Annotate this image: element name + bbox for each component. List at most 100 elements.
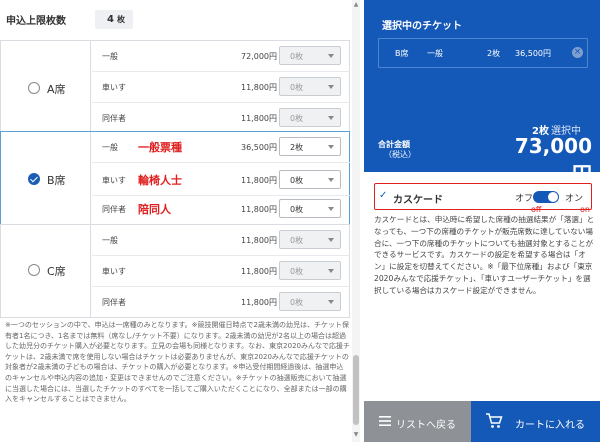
quantity-value: 2枚 bbox=[290, 143, 304, 152]
back-button-label: リストへ戻る bbox=[396, 420, 456, 431]
ticket-row: 一般 一般票種 36,500円 2枚 bbox=[92, 132, 350, 163]
quantity-value: 0枚 bbox=[290, 205, 304, 214]
total-label-text: 合計金額 bbox=[378, 140, 410, 149]
chevron-down-icon bbox=[328, 238, 334, 242]
seat-name-c: C席 bbox=[47, 265, 66, 278]
cart-title: 選択中のチケット bbox=[382, 21, 462, 32]
radio-seat-b[interactable] bbox=[28, 173, 40, 185]
quantity-value: 0枚 bbox=[290, 267, 304, 276]
cart-item-type: 一般 bbox=[427, 49, 443, 58]
ticket-row: 同伴者 11,800円 0枚 bbox=[92, 287, 350, 318]
ticket-row: 同伴者 陪同人 11,800円 0枚 bbox=[92, 194, 350, 225]
scroll-down-arrow-icon[interactable]: ▼ bbox=[353, 432, 359, 438]
seat-block-a: A席 一般 72,000円 0枚 車いす 11,800円 0枚 同伴者 11,8… bbox=[0, 40, 350, 134]
ticket-price: 11,800円 bbox=[241, 267, 277, 276]
toggle-on-label: オン bbox=[565, 194, 584, 204]
seat-block-c: C席 一般 11,800円 0枚 車いす 11,800円 0枚 同伴者 11,8… bbox=[0, 224, 350, 318]
quantity-value: 0枚 bbox=[290, 236, 304, 245]
chevron-down-icon bbox=[328, 178, 334, 182]
cart-icon bbox=[486, 413, 503, 428]
ticket-price: 11,800円 bbox=[241, 83, 277, 92]
quantity-select[interactable]: 0枚 bbox=[279, 199, 341, 218]
application-limit-bar: 申込上限枚数 4枚 bbox=[0, 0, 360, 38]
quantity-value: 0枚 bbox=[290, 114, 304, 123]
ticket-type: 同伴者 bbox=[102, 114, 126, 123]
cascade-label: カスケード bbox=[393, 195, 443, 206]
cascade-description: カスケードとは、申込時に希望した席種の抽選結果が「落選」となっても、一つ下の席種… bbox=[374, 215, 595, 295]
chevron-down-icon bbox=[328, 269, 334, 273]
cart-item-qty: 2枚 bbox=[487, 49, 501, 58]
seat-option-a[interactable]: A席 bbox=[1, 41, 91, 133]
ticket-type: 同伴者 bbox=[102, 298, 126, 307]
ticket-price: 11,800円 bbox=[241, 176, 277, 185]
cart-button-label: カートに入れる bbox=[515, 420, 585, 431]
ticket-row: 車いす 11,800円 0枚 bbox=[92, 72, 350, 103]
chevron-down-icon bbox=[328, 300, 334, 304]
ticket-row: 車いす 11,800円 0枚 bbox=[92, 256, 350, 287]
check-icon: ✓ bbox=[379, 190, 388, 201]
back-to-list-button[interactable]: リストへ戻る bbox=[364, 401, 471, 442]
quantity-select[interactable]: 0枚 bbox=[279, 230, 341, 249]
quantity-select[interactable]: 0枚 bbox=[279, 46, 341, 65]
chevron-down-icon bbox=[328, 116, 334, 120]
limit-value-badge: 4枚 bbox=[95, 10, 133, 29]
ticket-price: 11,800円 bbox=[241, 114, 277, 123]
quantity-select[interactable]: 2枚 bbox=[279, 137, 341, 156]
ticket-row: 車いす 輪椅人士 11,800円 0枚 bbox=[92, 165, 350, 196]
annotation-label: 一般票種 bbox=[138, 141, 182, 154]
quantity-select[interactable]: 0枚 bbox=[279, 261, 341, 280]
add-to-cart-button[interactable]: カートに入れる bbox=[471, 401, 600, 442]
notes-text: ※一つのセッションの中で、申込は一席種のみとなります。※競技開催日時点で2歳未満… bbox=[5, 321, 350, 404]
annotation-off: off bbox=[531, 205, 542, 214]
cart-item-price: 36,500円 bbox=[515, 49, 551, 58]
quantity-select[interactable]: 0枚 bbox=[279, 292, 341, 311]
radio-seat-c[interactable] bbox=[28, 264, 40, 276]
seat-name-a: A席 bbox=[47, 83, 66, 96]
total-label: 合計金額 （税込） bbox=[378, 140, 416, 160]
chevron-down-icon bbox=[328, 85, 334, 89]
ticket-type: 一般 bbox=[102, 236, 118, 245]
ticket-price: 11,800円 bbox=[241, 236, 277, 245]
close-icon[interactable]: × bbox=[572, 47, 583, 58]
ticket-type: 車いす bbox=[102, 176, 126, 185]
annotation-label: 陪同人 bbox=[138, 203, 171, 216]
chevron-down-icon bbox=[328, 145, 334, 149]
limit-unit: 枚 bbox=[117, 15, 125, 24]
quantity-value: 0枚 bbox=[290, 83, 304, 92]
scroll-thumb[interactable] bbox=[353, 355, 359, 425]
scrollbar[interactable]: ▲ ▼ bbox=[352, 0, 360, 442]
cart-sidebar: 選択中のチケット B席 一般 2枚 36,500円 × 2枚 選択中 合計金額 （… bbox=[360, 0, 600, 442]
toggle-knob bbox=[548, 192, 558, 202]
ticket-row: 一般 72,000円 0枚 bbox=[92, 41, 350, 72]
seat-name-b: B席 bbox=[47, 174, 66, 187]
ticket-selection-panel: 申込上限枚数 4枚 A席 一般 72,000円 0枚 車いす 11,800円 0… bbox=[0, 0, 360, 442]
seat-option-c[interactable]: C席 bbox=[1, 225, 91, 317]
quantity-value: 0枚 bbox=[290, 298, 304, 307]
quantity-select[interactable]: 0枚 bbox=[279, 77, 341, 96]
annotation-on: on bbox=[580, 205, 590, 214]
ticket-row: 一般 11,800円 0枚 bbox=[92, 225, 350, 256]
seat-option-b[interactable]: B席 bbox=[1, 132, 91, 226]
ticket-type: 一般 bbox=[102, 52, 118, 61]
cascade-toggle[interactable] bbox=[533, 191, 559, 203]
ticket-row: 同伴者 11,800円 0枚 bbox=[92, 103, 350, 134]
total-tax-note: （税込） bbox=[384, 150, 416, 159]
ticket-price: 11,800円 bbox=[241, 298, 277, 307]
seat-block-b: B席 一般 一般票種 36,500円 2枚 車いす 輪椅人士 11,800円 0… bbox=[0, 131, 350, 227]
ticket-type: 車いす bbox=[102, 83, 126, 92]
limit-value: 4 bbox=[107, 14, 114, 25]
cart-item: B席 一般 2枚 36,500円 × bbox=[378, 38, 588, 68]
ticket-price: 72,000円 bbox=[241, 52, 277, 61]
quantity-select[interactable]: 0枚 bbox=[279, 170, 341, 189]
scroll-up-arrow-icon[interactable]: ▲ bbox=[353, 2, 359, 8]
cart-item-seat: B席 bbox=[395, 49, 409, 58]
quantity-value: 0枚 bbox=[290, 176, 304, 185]
cascade-setting: ✓ カスケード オフ オン off on bbox=[374, 183, 592, 214]
ticket-type: 一般 bbox=[102, 143, 118, 152]
annotation-label: 輪椅人士 bbox=[138, 174, 182, 187]
quantity-select[interactable]: 0枚 bbox=[279, 108, 341, 127]
chevron-down-icon bbox=[328, 207, 334, 211]
radio-seat-a[interactable] bbox=[28, 82, 40, 94]
toggle-off-label: オフ bbox=[515, 194, 534, 204]
chevron-down-icon bbox=[328, 54, 334, 58]
